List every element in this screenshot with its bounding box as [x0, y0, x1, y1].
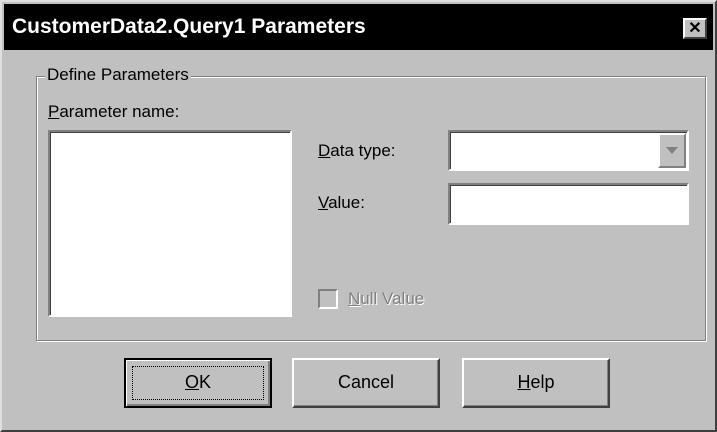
- null-value-checkbox[interactable]: [318, 289, 338, 309]
- value-label: Value:: [318, 193, 365, 212]
- data-type-select[interactable]: [448, 130, 689, 171]
- ok-button[interactable]: OK: [124, 358, 272, 408]
- parameter-name-list[interactable]: [48, 130, 292, 317]
- chevron-down-icon: [666, 147, 678, 154]
- cancel-button[interactable]: Cancel: [292, 358, 440, 408]
- focus-rectangle: [132, 366, 264, 400]
- title-bar[interactable]: CustomerData2.Query1 Parameters ✕: [4, 4, 713, 50]
- group-label: Define Parameters: [45, 65, 191, 85]
- close-icon[interactable]: ✕: [683, 18, 707, 39]
- parameter-name-label: Parameter name:: [48, 102, 180, 121]
- dropdown-button[interactable]: [658, 133, 686, 168]
- dialog-title: CustomerData2.Query1 Parameters: [12, 15, 366, 38]
- data-type-label: Data type:: [318, 141, 396, 160]
- value-input[interactable]: [448, 183, 689, 225]
- help-button[interactable]: Help: [462, 358, 610, 408]
- parameters-dialog: CustomerData2.Query1 Parameters ✕ Define…: [0, 0, 717, 432]
- null-value-label: Null Value: [348, 289, 425, 308]
